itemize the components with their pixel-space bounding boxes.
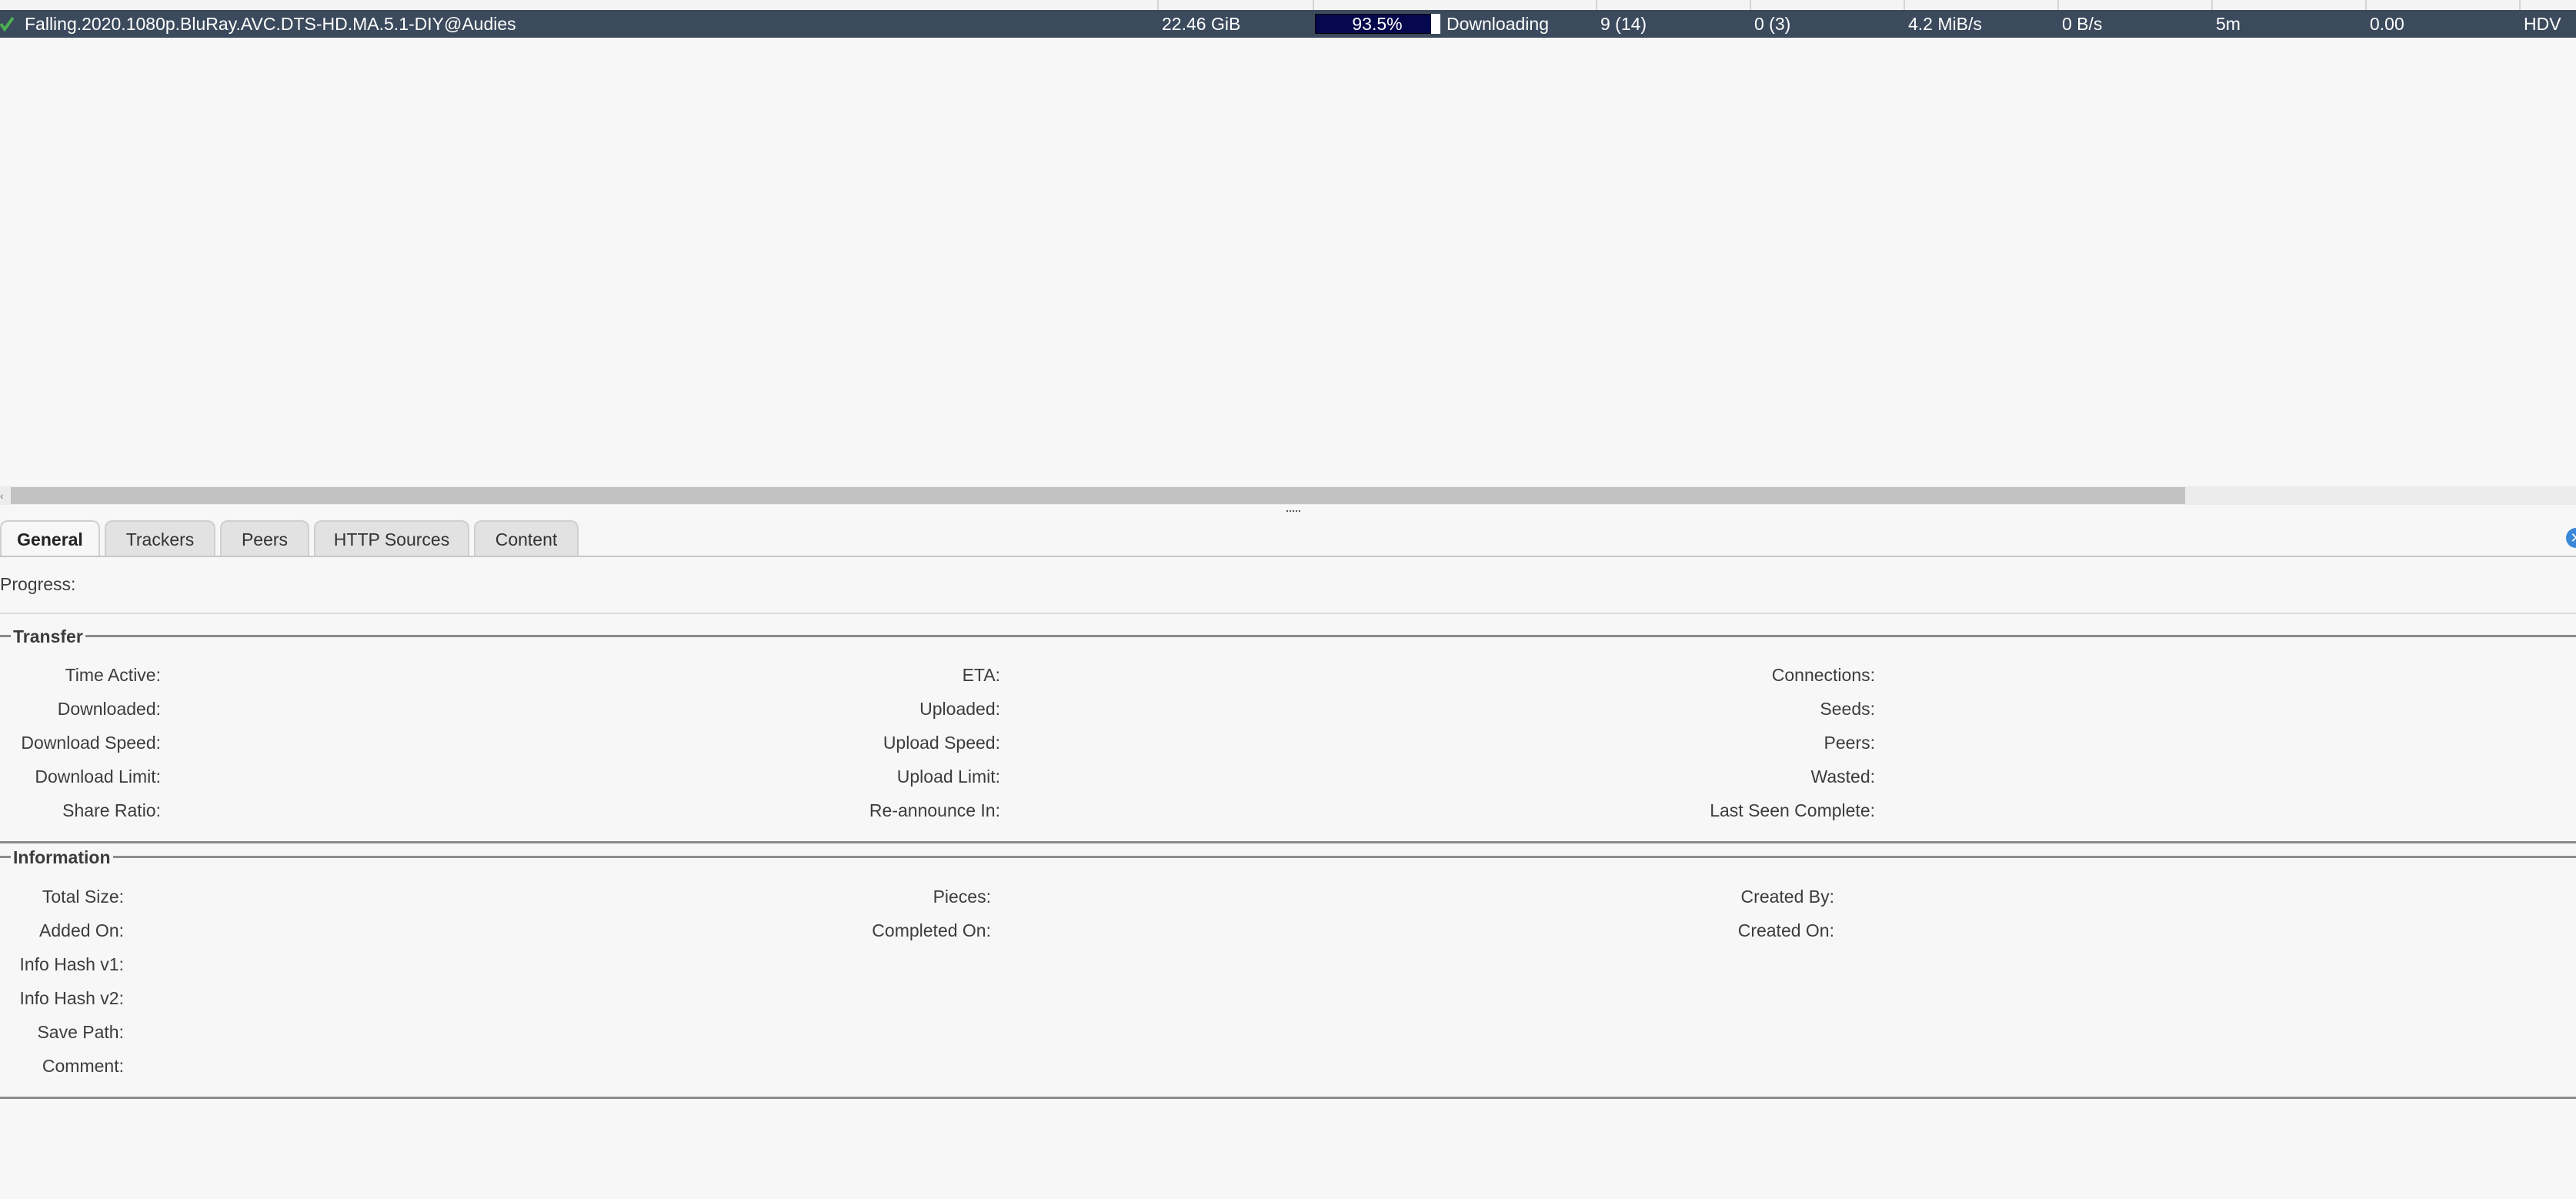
upload-limit-label: Upload Limit: xyxy=(896,766,1000,787)
information-group-border xyxy=(0,856,2576,858)
progress-label: Progress: xyxy=(0,574,76,594)
column-separator[interactable] xyxy=(1157,0,1159,10)
transfer-group-border xyxy=(0,635,2576,637)
column-separator[interactable] xyxy=(2519,0,2521,10)
tab-trackers[interactable]: Trackers xyxy=(105,520,215,556)
column-separator[interactable] xyxy=(2211,0,2213,10)
download-speed-label: Download Speed: xyxy=(21,733,161,753)
upload-speed-label: Upload Speed: xyxy=(883,733,1000,753)
tabs-divider xyxy=(0,556,2576,557)
torrent-eta: 5m xyxy=(2216,14,2241,34)
save-path-label: Save Path: xyxy=(37,1022,124,1042)
eta-label: ETA: xyxy=(962,665,1000,685)
connections-label: Connections: xyxy=(1771,665,1875,685)
progress-remaining xyxy=(1431,14,1440,34)
horizontal-scrollbar-thumb[interactable] xyxy=(11,487,2185,504)
divider xyxy=(0,613,2576,614)
column-separator[interactable] xyxy=(1313,0,1314,10)
scroll-left-arrow-icon[interactable]: ‹ xyxy=(0,486,8,505)
column-separator[interactable] xyxy=(1904,0,1905,10)
created-by-label: Created By: xyxy=(1740,887,1834,907)
splitter-grip-icon[interactable] xyxy=(1286,510,1300,515)
torrent-ratio: 0.00 xyxy=(2370,14,2404,34)
torrent-list: Falling.2020.1080p.BluRay.AVC.DTS-HD.MA.… xyxy=(0,0,2576,508)
information-group-title: Information xyxy=(11,847,113,868)
uploaded-label: Uploaded: xyxy=(919,699,1000,719)
comment-label: Comment: xyxy=(42,1056,124,1076)
column-separator[interactable] xyxy=(1596,0,1597,10)
info-hash-v1-label: Info Hash v1: xyxy=(19,954,124,974)
torrent-progress-bar: 93.5% xyxy=(1315,14,1440,34)
total-size-label: Total Size: xyxy=(42,887,124,907)
tab-general[interactable]: General xyxy=(0,520,100,556)
last-seen-complete-label: Last Seen Complete: xyxy=(1710,800,1875,820)
tab-peers[interactable]: Peers xyxy=(220,520,309,556)
time-active-label: Time Active: xyxy=(65,665,161,685)
created-on-label: Created On: xyxy=(1737,920,1834,940)
column-separator[interactable] xyxy=(2365,0,2367,10)
reannounce-in-label: Re-announce In: xyxy=(869,800,1000,820)
pieces-label: Pieces: xyxy=(933,887,991,907)
torrent-size: 22.46 GiB xyxy=(1162,14,1241,34)
wasted-label: Wasted: xyxy=(1810,766,1875,787)
peers-label: Peers: xyxy=(1824,733,1875,753)
group-separator xyxy=(0,841,2576,843)
torrent-seeds: 9 (14) xyxy=(1600,14,1647,34)
added-on-label: Added On: xyxy=(39,920,124,940)
column-header[interactable] xyxy=(0,0,2576,10)
transfer-group-title: Transfer xyxy=(11,626,85,647)
info-hash-v2-label: Info Hash v2: xyxy=(19,988,124,1008)
download-limit-label: Download Limit: xyxy=(35,766,161,787)
progress-text: 93.5% xyxy=(1352,14,1403,34)
torrent-status: Downloading xyxy=(1446,14,1549,34)
tab-http-sources[interactable]: HTTP Sources xyxy=(314,520,469,556)
torrent-row[interactable]: Falling.2020.1080p.BluRay.AVC.DTS-HD.MA.… xyxy=(0,10,2576,38)
torrent-peers: 0 (3) xyxy=(1754,14,1791,34)
torrent-category: HDV xyxy=(2524,14,2561,34)
share-ratio-label: Share Ratio: xyxy=(62,800,161,820)
torrent-up-speed: 0 B/s xyxy=(2062,14,2103,34)
column-separator[interactable] xyxy=(2057,0,2059,10)
downloading-status-icon xyxy=(0,16,14,32)
seeds-label: Seeds: xyxy=(1820,699,1875,719)
tab-content[interactable]: Content xyxy=(474,520,579,556)
completed-on-label: Completed On: xyxy=(872,920,991,940)
downloaded-label: Downloaded: xyxy=(57,699,161,719)
group-bottom-border xyxy=(0,1097,2576,1099)
column-separator[interactable] xyxy=(1750,0,1751,10)
properties-tabs: General Trackers Peers HTTP Sources Cont… xyxy=(0,520,2576,557)
torrent-down-speed: 4.2 MiB/s xyxy=(1908,14,1982,34)
torrent-name: Falling.2020.1080p.BluRay.AVC.DTS-HD.MA.… xyxy=(25,14,516,34)
